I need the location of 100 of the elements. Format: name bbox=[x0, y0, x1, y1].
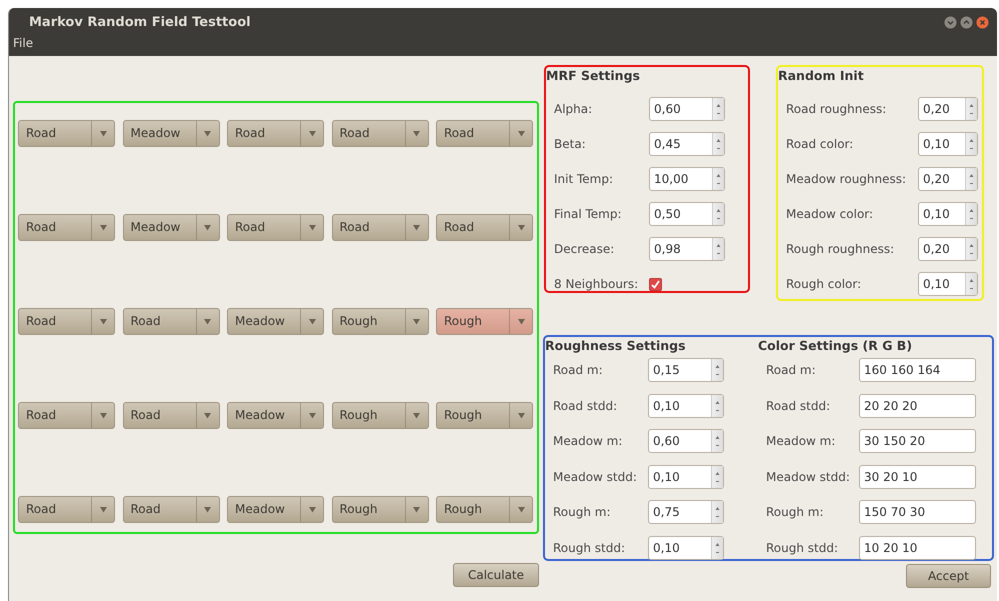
dropdown-arrow-icon bbox=[308, 506, 316, 513]
combo-box[interactable]: Meadow bbox=[227, 496, 324, 523]
field-label: Meadow stdd: bbox=[766, 470, 851, 484]
text-field[interactable]: 20 20 20 bbox=[859, 394, 976, 418]
dropdown-arrow-icon bbox=[518, 130, 524, 137]
dropdown-arrow-icon bbox=[100, 318, 106, 325]
combo-box[interactable]: Road bbox=[122, 402, 220, 429]
calculate-button[interactable]: Calculate bbox=[453, 563, 539, 587]
spin-box[interactable]: 0,15 bbox=[648, 358, 724, 382]
spin-box[interactable]: 0,10 bbox=[918, 132, 978, 156]
field-label: Alpha: bbox=[554, 102, 594, 116]
spin-box[interactable]: 0,60 bbox=[649, 97, 725, 121]
field-label: Beta: bbox=[554, 137, 587, 151]
combo-box[interactable]: Meadow bbox=[122, 120, 220, 147]
field-label: Rough roughness: bbox=[786, 242, 896, 256]
group-heading: Random Init bbox=[778, 67, 865, 85]
dropdown-arrow-icon bbox=[413, 224, 420, 231]
field-label: Road m: bbox=[553, 363, 604, 377]
maximize-icon[interactable] bbox=[960, 16, 973, 28]
dropdown-arrow-icon bbox=[204, 318, 211, 325]
combo-box[interactable]: Meadow bbox=[122, 214, 220, 241]
text-field[interactable]: 160 160 164 bbox=[859, 358, 976, 382]
combo-box[interactable]: Rough bbox=[436, 496, 533, 523]
combo-box[interactable]: Rough bbox=[332, 402, 428, 429]
combo-box[interactable]: Road bbox=[332, 214, 428, 241]
combo-box[interactable]: Rough bbox=[436, 402, 533, 429]
field-label: Final Temp: bbox=[554, 207, 622, 221]
dropdown-arrow-icon bbox=[413, 412, 420, 419]
spin-arrows-icon bbox=[969, 277, 974, 291]
spin-arrows-icon bbox=[715, 363, 720, 377]
spin-box[interactable]: 0,20 bbox=[918, 237, 978, 261]
spin-box[interactable]: 0,10 bbox=[648, 394, 724, 418]
spin-box[interactable]: 0,10 bbox=[648, 464, 724, 488]
text-field[interactable]: 30 150 20 bbox=[859, 429, 976, 453]
field-label: Meadow stdd: bbox=[553, 470, 638, 484]
dropdown-arrow-icon bbox=[100, 130, 106, 137]
combo-box[interactable]: Road bbox=[332, 120, 428, 147]
field-label: Road stdd: bbox=[553, 398, 618, 412]
spin-box[interactable]: 0,60 bbox=[648, 429, 724, 453]
close-icon[interactable] bbox=[976, 16, 989, 28]
spin-arrows-icon bbox=[715, 505, 720, 519]
combo-box[interactable]: Road bbox=[18, 402, 115, 429]
dropdown-arrow-icon bbox=[308, 224, 316, 231]
combo-box[interactable]: Road bbox=[436, 214, 533, 241]
field-label: Rough color: bbox=[786, 277, 862, 291]
spin-arrows-icon bbox=[969, 102, 974, 116]
dropdown-arrow-icon bbox=[308, 318, 316, 325]
spin-arrows-icon bbox=[716, 207, 721, 221]
combo-box[interactable]: Road bbox=[122, 496, 220, 523]
group-heading: MRF Settings bbox=[546, 67, 641, 85]
field-label: Decrease: bbox=[554, 242, 616, 256]
dropdown-arrow-icon bbox=[413, 318, 420, 325]
combo-box[interactable]: Meadow bbox=[227, 308, 324, 335]
spin-arrows-icon bbox=[715, 434, 720, 448]
dropdown-arrow-icon bbox=[308, 412, 316, 419]
dropdown-arrow-icon bbox=[100, 506, 106, 513]
combo-box[interactable]: Road bbox=[227, 120, 324, 147]
combo-box[interactable]: Road bbox=[18, 308, 115, 335]
accept-button[interactable]: Accept bbox=[906, 564, 991, 588]
checkbox[interactable] bbox=[649, 278, 662, 290]
spin-arrows-icon bbox=[969, 207, 974, 221]
combo-box[interactable]: Road bbox=[18, 496, 115, 523]
combo-box[interactable]: Rough bbox=[436, 308, 533, 335]
combo-box[interactable]: Road bbox=[227, 214, 324, 241]
field-label: Meadow m: bbox=[553, 434, 624, 448]
spin-box[interactable]: 0,10 bbox=[918, 272, 978, 296]
spin-arrows-icon bbox=[715, 540, 720, 554]
combo-box[interactable]: Meadow bbox=[227, 402, 324, 429]
dropdown-arrow-icon bbox=[413, 506, 420, 513]
spin-box[interactable]: 0,20 bbox=[918, 167, 978, 191]
field-label: Road m: bbox=[766, 363, 817, 377]
text-field[interactable]: 30 20 10 bbox=[859, 464, 976, 488]
spin-box[interactable]: 10,00 bbox=[649, 167, 725, 191]
spin-arrows-icon bbox=[969, 242, 974, 256]
combo-box[interactable]: Rough bbox=[332, 308, 428, 335]
minimize-icon[interactable] bbox=[944, 16, 957, 28]
field-label: Road color: bbox=[786, 137, 854, 151]
combo-box[interactable]: Road bbox=[436, 120, 533, 147]
spin-box[interactable]: 0,10 bbox=[648, 536, 724, 560]
dropdown-arrow-icon bbox=[413, 130, 420, 137]
combo-box[interactable]: Road bbox=[18, 120, 115, 147]
spin-box[interactable]: 0,98 bbox=[649, 237, 725, 261]
spin-arrows-icon bbox=[716, 172, 721, 186]
spin-box[interactable]: 0,50 bbox=[649, 202, 725, 226]
dropdown-arrow-icon bbox=[100, 224, 106, 231]
spin-arrows-icon bbox=[716, 242, 721, 256]
text-field[interactable]: 150 70 30 bbox=[859, 500, 976, 524]
combo-box[interactable]: Road bbox=[122, 308, 220, 335]
combo-box[interactable]: Road bbox=[18, 214, 115, 241]
text-field[interactable]: 10 20 10 bbox=[859, 536, 976, 560]
spin-box[interactable]: 0,20 bbox=[918, 97, 978, 121]
spin-box[interactable]: 0,10 bbox=[918, 202, 978, 226]
dropdown-arrow-icon bbox=[518, 224, 524, 231]
dropdown-arrow-icon bbox=[204, 506, 211, 513]
dropdown-arrow-icon bbox=[204, 224, 211, 231]
menu-item[interactable]: File bbox=[13, 36, 34, 50]
spin-box[interactable]: 0,75 bbox=[648, 500, 724, 524]
dropdown-arrow-icon bbox=[518, 412, 524, 419]
combo-box[interactable]: Rough bbox=[332, 496, 428, 523]
spin-box[interactable]: 0,45 bbox=[649, 132, 725, 156]
